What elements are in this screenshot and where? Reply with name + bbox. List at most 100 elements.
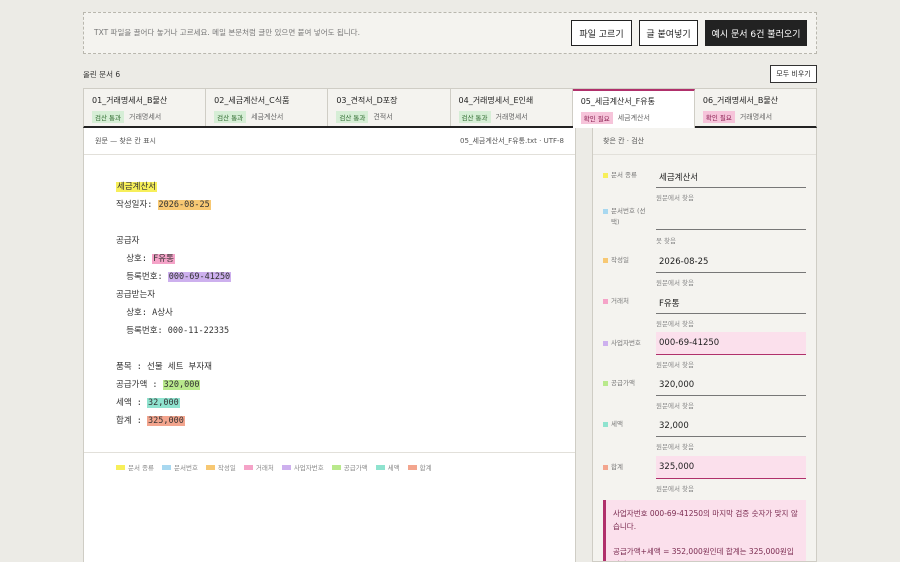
tab-document-02[interactable]: 02_세금계산서_C식품 검산 통과 세금계산서	[206, 89, 329, 126]
field-label: 공급가액	[611, 379, 635, 387]
item-line: 품목 : 선물 세트 부자재	[116, 362, 212, 372]
highlight-legend: 문서 종류 문서번호 작성일 거래처 사업자번호 공급가액 세액 합계	[84, 452, 575, 472]
highlight-doc-type: 세금계산서	[116, 182, 158, 192]
legend-label: 사업자번호	[293, 464, 324, 472]
tab-document-03[interactable]: 03_견적서_D포장 검산 통과 견적서	[328, 89, 451, 126]
field-note: 원문에서 찾음	[656, 194, 694, 202]
fields-header: 찾은 칸 · 검산	[593, 128, 816, 155]
tab-doc-type: 거래명세서	[129, 113, 162, 121]
fields-panel: 찾은 칸 · 검산 문서 종류 세금계산서 원문에서 찾음 문서번호 (선택) …	[592, 128, 817, 562]
supplier-name-label: 상호:	[116, 254, 153, 264]
status-badge: 확인 필요	[702, 111, 735, 123]
tab-document-04[interactable]: 04_거래명세서_E인쇄 검산 통과 거래명세서	[451, 89, 573, 126]
load-samples-button[interactable]: 예시 문서 6건 불러오기	[705, 20, 807, 46]
buyer-name-line: 상호: A상사	[116, 308, 173, 318]
supplier-reg-label: 등록번호:	[116, 272, 168, 282]
legend-item: 작성일	[205, 462, 236, 472]
legend-swatch	[375, 464, 385, 470]
field-label: 작성일	[611, 256, 629, 264]
document-tabs: 01_거래명세서_B물산 검산 통과 거래명세서 02_세금계산서_C식품 검산 …	[83, 88, 817, 128]
legend-swatch	[281, 464, 291, 470]
source-panel: 원문 — 찾은 칸 표시 05_세금계산서_F유통.txt · UTF-8 세금…	[83, 128, 576, 562]
source-file-info: 05_세금계산서_F유통.txt · UTF-8	[460, 137, 564, 145]
tax-label: 세액 :	[116, 398, 147, 408]
legend-item: 세액	[375, 462, 400, 472]
buyer-heading: 공급받는자	[116, 290, 156, 300]
field-note: 원문에서 찾음	[656, 485, 694, 493]
field-color-dot	[603, 381, 608, 386]
legend-item: 합계	[407, 462, 432, 472]
field-label: 문서 종류	[611, 171, 637, 179]
field-value-date[interactable]: 2026-08-25	[656, 251, 806, 273]
tab-name: 05_세금계산서_F유통	[580, 97, 655, 106]
tab-doc-type: 견적서	[373, 113, 393, 121]
tab-name: 02_세금계산서_C식품	[214, 96, 290, 105]
tab-doc-type: 세금계산서	[251, 113, 284, 121]
legend-label: 거래처	[255, 464, 274, 472]
tab-document-05[interactable]: 05_세금계산서_F유통 확인 필요 세금계산서	[572, 89, 695, 128]
field-value-counterparty[interactable]: F유통	[656, 292, 806, 314]
tab-document-01[interactable]: 01_거래명세서_B물산 검산 통과 거래명세서	[84, 89, 207, 126]
tab-doc-type: 거래명세서	[739, 113, 773, 121]
field-color-dot	[603, 209, 608, 214]
pick-file-button[interactable]: 파일 고르기	[571, 20, 632, 46]
source-header-title: 원문 — 찾은 칸 표시	[95, 137, 156, 145]
field-color-dot	[603, 465, 608, 470]
field-color-dot	[603, 422, 608, 427]
total-label: 합계 :	[116, 416, 147, 426]
clear-all-button[interactable]: 모두 비우기	[770, 65, 817, 83]
legend-item: 사업자번호	[281, 462, 324, 472]
legend-item: 문서 종류	[116, 462, 154, 472]
field-note: 원문에서 찾음	[656, 320, 694, 328]
tab-name: 06_거래명세서_B물산	[702, 96, 779, 105]
legend-item: 문서번호	[162, 462, 198, 472]
legend-swatch	[205, 464, 215, 470]
legend-label: 작성일	[217, 464, 236, 472]
field-color-dot	[603, 299, 608, 304]
legend-swatch	[162, 464, 171, 470]
field-value-tax[interactable]: 32,000	[656, 415, 806, 437]
field-label: 합계	[611, 463, 623, 471]
status-badge: 검산 통과	[458, 111, 491, 123]
legend-label: 합계	[419, 464, 432, 472]
field-value-doc-number[interactable]	[656, 206, 806, 230]
field-note: 원문에서 찾음	[656, 402, 694, 410]
field-note: 원문에서 찾음	[656, 279, 694, 287]
field-label: 사업자번호	[611, 339, 641, 347]
tab-name: 01_거래명세서_B물산	[92, 96, 168, 105]
highlight-counterparty: F유통	[152, 254, 175, 264]
highlight-supply-amount: 320,000	[162, 380, 201, 390]
highlight-total: 325,000	[147, 416, 185, 426]
source-text[interactable]: 세금계산서 작성일자: 2026-08-25 공급자 상호: F유통 등록번호:…	[116, 178, 232, 430]
status-badge: 검산 통과	[336, 111, 369, 123]
status-badge: 확인 필요	[580, 112, 613, 124]
tab-doc-type: 거래명세서	[495, 113, 528, 121]
tab-name: 03_견적서_D포장	[336, 96, 398, 105]
alert-business-number: 사업자번호 000-69-41250의 마지막 검증 숫자가 맞지 않습니다.	[603, 500, 806, 540]
field-label: 거래처	[611, 297, 629, 305]
legend-item: 공급가액	[331, 462, 368, 472]
document-count: 올린 문서 6	[83, 70, 121, 79]
legend-label: 세액	[387, 464, 400, 472]
field-label: 문서번호 (선택)	[611, 207, 646, 226]
legend-swatch	[243, 464, 253, 470]
supplier-heading: 공급자	[116, 236, 140, 246]
highlight-tax: 32,000	[147, 398, 180, 408]
field-value-supply-amount[interactable]: 320,000	[656, 374, 806, 396]
field-value-total[interactable]: 325,000	[656, 456, 806, 479]
legend-swatch	[331, 464, 341, 470]
date-label: 작성일자:	[116, 200, 158, 210]
status-badge: 검산 통과	[214, 111, 247, 123]
field-color-dot	[603, 258, 608, 263]
supply-label: 공급가액 :	[116, 380, 163, 390]
legend-item: 거래처	[243, 462, 274, 472]
field-note: 못 찾음	[656, 237, 677, 245]
paste-text-button[interactable]: 글 붙여넣기	[639, 20, 698, 46]
alert-total-mismatch: 공급가액+세액 = 352,000원인데 합계는 325,000원입니다.	[603, 538, 806, 561]
tab-document-06[interactable]: 06_거래명세서_B물산 확인 필요 거래명세서	[695, 89, 816, 126]
field-value-doc-type[interactable]: 세금계산서	[656, 166, 806, 188]
field-value-business-number[interactable]: 000-69-41250	[656, 332, 806, 355]
field-note: 원문에서 찾음	[656, 361, 694, 369]
field-color-dot	[603, 173, 608, 178]
source-header: 원문 — 찾은 칸 표시 05_세금계산서_F유통.txt · UTF-8	[84, 128, 575, 155]
